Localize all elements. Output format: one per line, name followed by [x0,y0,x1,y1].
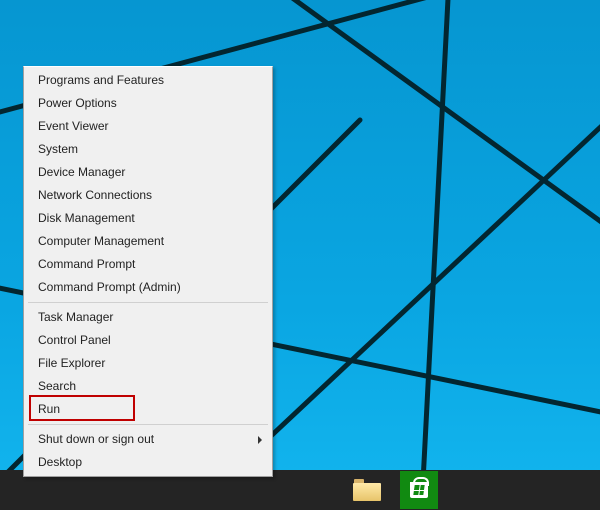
menu-item-power-options[interactable]: Power Options [26,92,270,115]
menu-item-device-manager[interactable]: Device Manager [26,161,270,184]
menu-item-label: System [38,142,78,156]
menu-item-search[interactable]: Search [26,375,270,398]
submenu-arrow-icon [258,436,262,444]
menu-item-desktop[interactable]: Desktop [26,451,270,474]
menu-item-command-prompt[interactable]: Command Prompt [26,253,270,276]
menu-item-label: Command Prompt (Admin) [38,280,181,294]
menu-item-network-connections[interactable]: Network Connections [26,184,270,207]
menu-item-label: File Explorer [38,356,105,370]
store-icon [400,471,438,509]
menu-item-label: Run [38,402,60,416]
menu-item-label: Device Manager [38,165,125,179]
menu-item-system[interactable]: System [26,138,270,161]
menu-item-task-manager[interactable]: Task Manager [26,306,270,329]
menu-item-label: Programs and Features [38,73,164,87]
menu-item-shutdown-signout[interactable]: Shut down or sign out [26,428,270,451]
menu-item-label: Search [38,379,76,393]
menu-item-file-explorer[interactable]: File Explorer [26,352,270,375]
menu-item-label: Desktop [38,455,82,469]
menu-item-label: Control Panel [38,333,111,347]
menu-item-label: Computer Management [38,234,164,248]
winx-context-menu[interactable]: Programs and Features Power Options Even… [23,66,273,477]
folder-icon [353,479,381,501]
menu-item-run[interactable]: Run [26,398,270,421]
menu-item-label: Command Prompt [38,257,135,271]
taskbar-file-explorer[interactable] [341,470,393,510]
menu-item-event-viewer[interactable]: Event Viewer [26,115,270,138]
menu-item-programs-and-features[interactable]: Programs and Features [26,69,270,92]
menu-item-label: Shut down or sign out [38,432,154,446]
menu-separator [28,302,268,303]
menu-item-label: Power Options [38,96,117,110]
menu-item-label: Network Connections [38,188,152,202]
menu-item-computer-management[interactable]: Computer Management [26,230,270,253]
menu-item-disk-management[interactable]: Disk Management [26,207,270,230]
desktop[interactable]: Programs and Features Power Options Even… [0,0,600,510]
taskbar-windows-store[interactable] [393,470,445,510]
menu-separator [28,424,268,425]
menu-item-control-panel[interactable]: Control Panel [26,329,270,352]
menu-item-label: Event Viewer [38,119,108,133]
menu-item-command-prompt-admin[interactable]: Command Prompt (Admin) [26,276,270,299]
menu-item-label: Task Manager [38,310,113,324]
menu-item-label: Disk Management [38,211,135,225]
